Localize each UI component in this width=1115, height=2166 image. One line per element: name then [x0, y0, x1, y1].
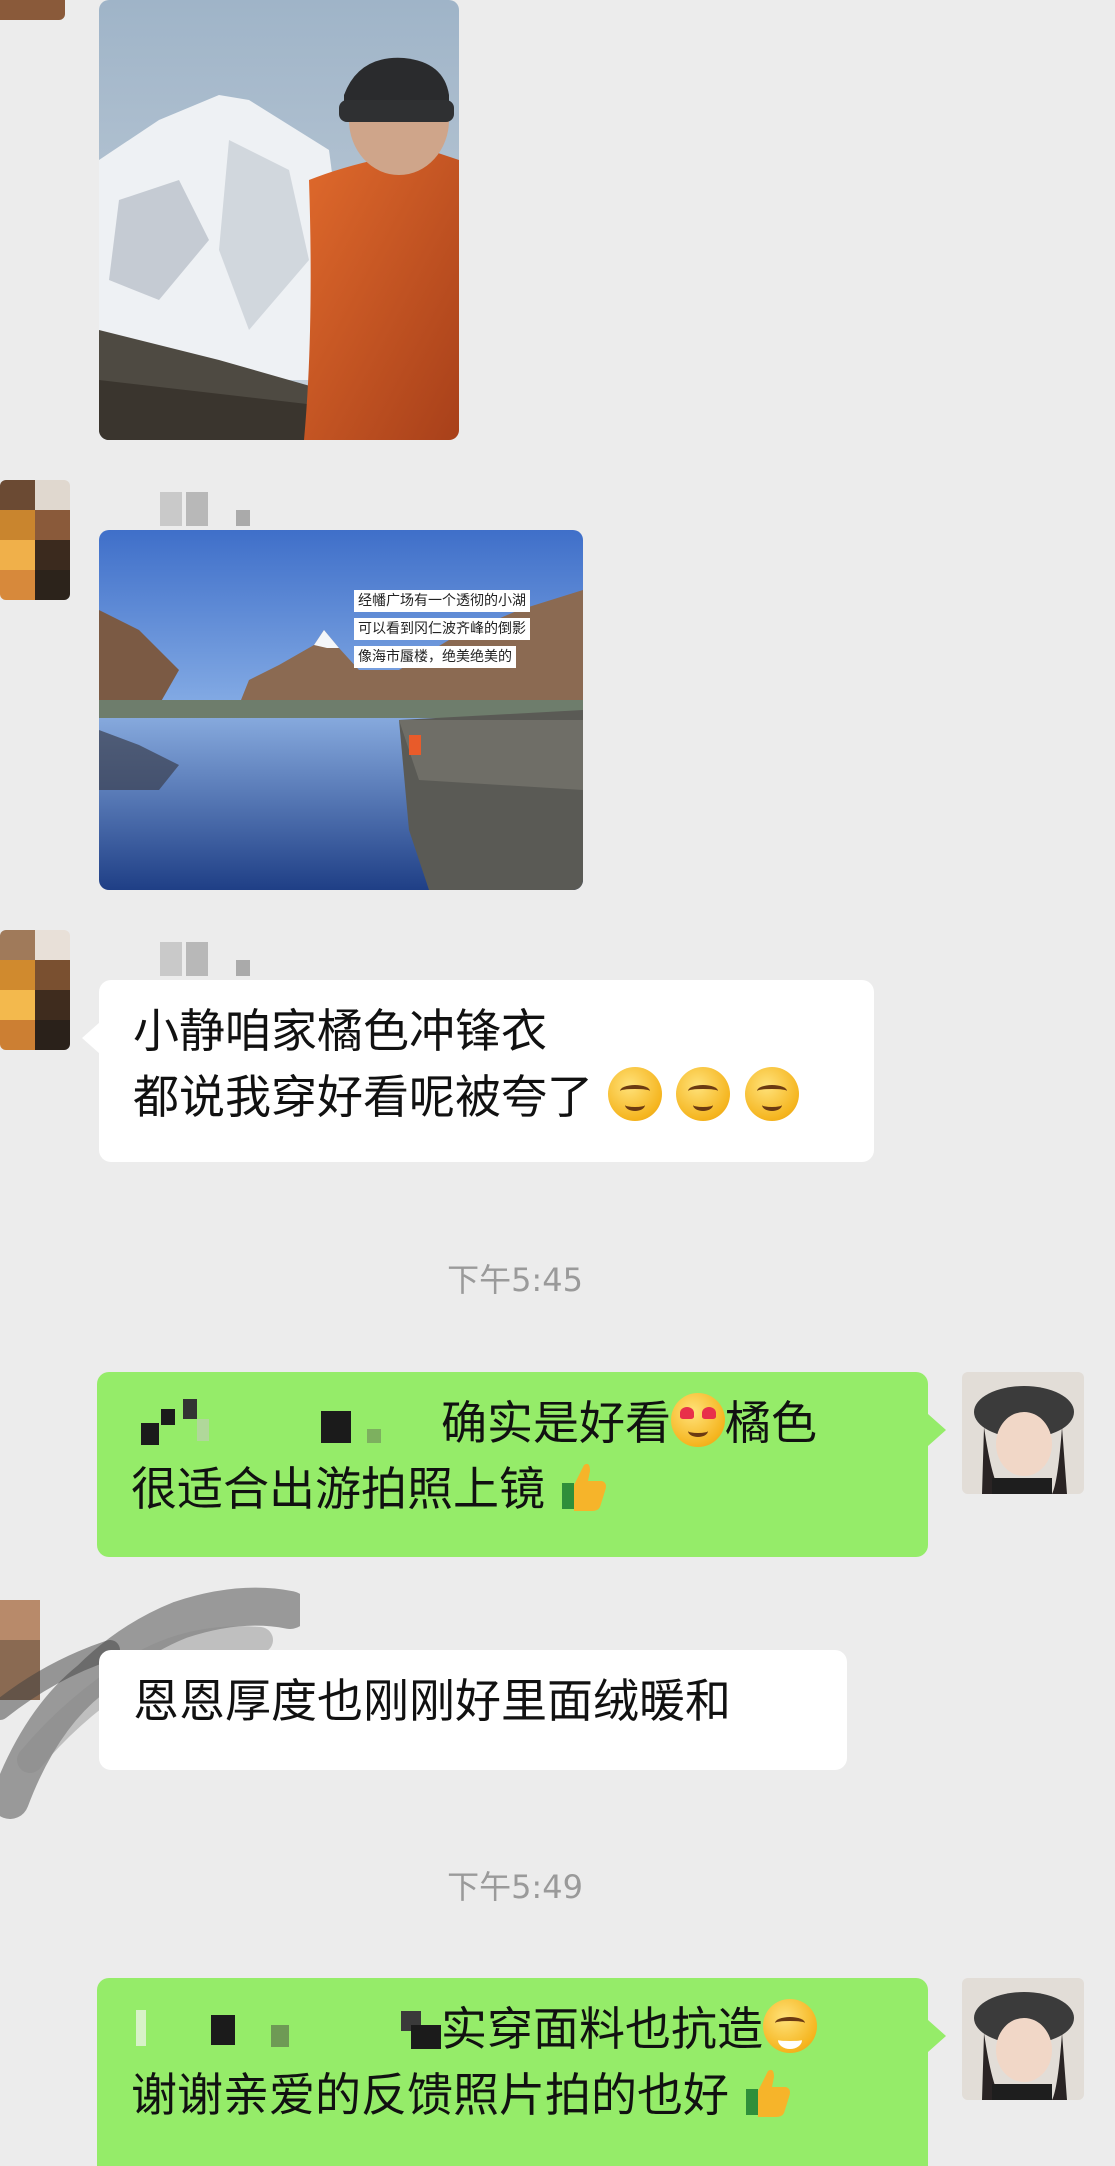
bubble-tail: [928, 2020, 946, 2052]
blushing-smile-emoji-icon: [607, 1067, 662, 1121]
message-text: 橘色: [725, 1396, 817, 1450]
message-text-line2: 谢谢亲爱的反馈照片拍的也好: [131, 2062, 894, 2128]
message-text: 确实是好看: [441, 1396, 671, 1450]
redacted-text: [131, 1399, 441, 1449]
message-text: 恩恩厚度也刚刚好里面绒暖和: [133, 1674, 731, 1728]
contact-avatar[interactable]: [0, 480, 70, 600]
blushing-smile-emoji-icon: [744, 1067, 799, 1121]
my-avatar[interactable]: [962, 1372, 1084, 1494]
sender-name-blurred: [160, 942, 250, 976]
blushing-smile-emoji-icon: [676, 1067, 731, 1121]
photo-caption: 经幡广场有一个透彻的小湖 可以看到冈仁波齐峰的倒影 像海市蜃楼，绝美绝美的: [354, 590, 579, 668]
thumbs-up-emoji-icon: [560, 1459, 608, 1513]
contact-avatar-top[interactable]: [0, 0, 65, 20]
redacted-text: [131, 2005, 441, 2055]
heart-eyes-emoji-icon: [671, 1393, 725, 1447]
photo-message-mountain-portrait[interactable]: [99, 0, 459, 440]
contact-avatar[interactable]: [0, 930, 70, 1050]
outgoing-message-bubble[interactable]: 实穿面料也抗造 谢谢亲爱的反馈照片拍的也好: [97, 1978, 928, 2166]
message-text-line1: 确实是好看 橘色: [131, 1390, 894, 1456]
incoming-message-bubble[interactable]: 小静咱家橘色冲锋衣 都说我穿好看呢被夸了: [99, 980, 874, 1162]
timestamp: 下午5:49: [447, 1868, 583, 1906]
message-text: 都说我穿好看呢被夸了: [133, 1070, 593, 1124]
message-text-line1: 实穿面料也抗造: [131, 1996, 894, 2062]
photo-caption-line: 可以看到冈仁波齐峰的倒影: [354, 618, 530, 640]
bubble-tail: [82, 1022, 100, 1054]
incoming-message-bubble[interactable]: 恩恩厚度也刚刚好里面绒暖和: [99, 1650, 847, 1770]
bubble-tail: [928, 1414, 946, 1446]
my-avatar[interactable]: [962, 1978, 1084, 2100]
photo-caption-line: 经幡广场有一个透彻的小湖: [354, 590, 530, 612]
sender-name-blurred: [160, 492, 250, 526]
message-text: 实穿面料也抗造: [441, 2002, 763, 2056]
outgoing-message-bubble[interactable]: 确实是好看 橘色 很适合出游拍照上镜: [97, 1372, 928, 1557]
timestamp: 下午5:45: [447, 1261, 583, 1299]
thumbs-up-emoji-icon: [744, 2065, 792, 2119]
grinning-emoji-icon: [763, 1999, 817, 2053]
message-text: 小静咱家橘色冲锋衣: [133, 1004, 547, 1058]
message-text: 谢谢亲爱的反馈照片拍的也好: [131, 2068, 729, 2122]
photo-caption-line: 像海市蜃楼，绝美绝美的: [354, 646, 516, 668]
message-text-line2: 很适合出游拍照上镜: [131, 1456, 894, 1522]
message-text: 很适合出游拍照上镜: [131, 1462, 545, 1516]
photo-message-lake-reflection[interactable]: 经幡广场有一个透彻的小湖 可以看到冈仁波齐峰的倒影 像海市蜃楼，绝美绝美的: [99, 530, 583, 890]
message-text-line2: 都说我穿好看呢被夸了: [133, 1064, 840, 1130]
